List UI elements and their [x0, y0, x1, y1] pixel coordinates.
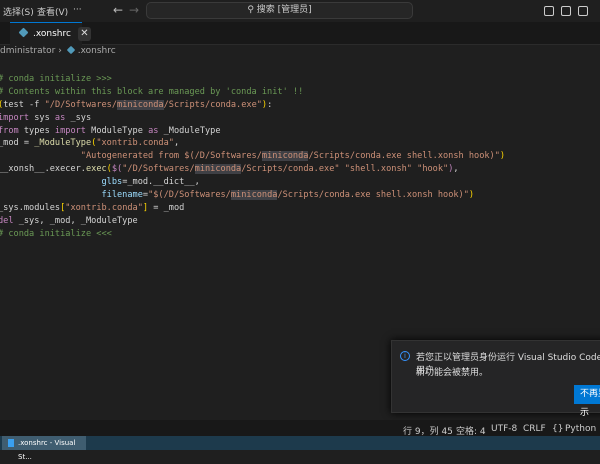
code-token: as: [148, 125, 159, 136]
code-token: _ModuleType: [34, 138, 92, 149]
close-tab-button[interactable]: ✕: [78, 27, 91, 41]
code-token: del: [0, 215, 14, 226]
code-token: # Contents within this block are managed…: [0, 86, 304, 97]
forward-button[interactable]: →: [129, 3, 139, 17]
code-token: ,: [453, 164, 459, 175]
back-button[interactable]: ←: [113, 3, 123, 17]
code-token: miniconda: [117, 99, 164, 110]
code-token: _sys: [65, 112, 92, 123]
code-token: import: [54, 125, 86, 136]
code-token: # conda initialize <<<: [0, 228, 112, 239]
code-token: ModuleType: [85, 125, 149, 136]
code-line: _sys.modules["xontrib.conda"] = _mod: [0, 202, 505, 215]
code-line: __xonsh__.execer.exec($("/D/Softwares/mi…: [0, 163, 505, 176]
code-token: /Scripts/conda.exe": [163, 99, 262, 110]
menu-selection[interactable]: 选择(S): [3, 5, 34, 18]
code-token: /Scripts/conda.exe" "shell.xonsh" "hook": [241, 164, 449, 175]
dont-show-again-button[interactable]: 不再显示: [574, 385, 600, 418]
taskbar-item-vscode[interactable]: .xonshrc - Visual St...: [2, 436, 86, 461]
code-line: # Contents within this block are managed…: [0, 86, 505, 99]
breadcrumb-folder[interactable]: dministrator: [0, 46, 55, 56]
search-label: 搜索 [管理员]: [256, 5, 312, 15]
code-line: import sys as _sys: [0, 112, 505, 125]
code-line: # conda initialize >>>: [0, 73, 505, 86]
code-token: ): [499, 151, 506, 162]
code-token: types: [18, 125, 55, 136]
python-file-icon: [18, 27, 29, 38]
code-editor[interactable]: # conda initialize >>> # Contents within …: [0, 73, 505, 241]
status-language[interactable]: Python: [565, 424, 596, 434]
code-line: filename="$(/D/Softwares/miniconda/Scrip…: [0, 189, 505, 202]
code-token: "xontrib.conda": [96, 138, 174, 149]
code-token: =_mod.__dict__,: [122, 177, 200, 188]
code-token: miniconda: [261, 151, 309, 162]
code-token: exec: [85, 164, 107, 175]
code-token: __xonsh__.execer.: [0, 164, 86, 175]
code-token: import: [0, 112, 30, 123]
code-token: _ModuleType: [158, 125, 221, 136]
code-line: del _sys, _mod, _ModuleType: [0, 215, 505, 228]
code-token: as: [54, 112, 66, 123]
code-token: from: [0, 125, 19, 136]
toggle-panel-icon[interactable]: [561, 6, 571, 16]
code-token: _sys.modules: [0, 202, 61, 213]
title-bar: 选择(S) 查看(V) ··· ← → ⚲ 搜索 [管理员]: [0, 0, 600, 22]
code-token: miniconda: [194, 164, 242, 175]
code-token: "$(/D/Softwares/: [148, 190, 231, 201]
code-token: # conda initialize >>>: [0, 74, 112, 84]
code-line: glbs=_mod.__dict__,: [0, 176, 505, 189]
toggle-sidebar-icon[interactable]: [544, 6, 554, 16]
code-token: /Scripts/conda.exe shell.xonsh hook)": [308, 151, 500, 162]
python-file-icon: [66, 45, 75, 55]
code-token: "Autogenerated from $(/D/Softwares/: [80, 151, 262, 162]
taskbar-item-label: .xonshrc - Visual St...: [18, 439, 76, 461]
breadcrumb-file[interactable]: .xonshrc: [78, 46, 116, 56]
code-line: _mod = _ModuleType("xontrib.conda",: [0, 137, 505, 150]
code-line: (test -f "/D/Softwares/miniconda/Scripts…: [0, 99, 505, 112]
code-token: filename: [101, 190, 143, 201]
code-line: # conda initialize <<<: [0, 228, 505, 241]
tab-label: .xonshrc: [33, 29, 71, 39]
chevron-right-icon: ›: [58, 46, 62, 56]
code-line: from types import ModuleType as _ModuleT…: [0, 125, 505, 138]
code-line: "Autogenerated from $(/D/Softwares/minic…: [0, 150, 505, 163]
menu-view[interactable]: 查看(V): [37, 5, 68, 18]
code-token: _mod =: [0, 138, 35, 149]
code-token: miniconda: [230, 190, 278, 201]
taskbar: .xonshrc - Visual St...: [0, 436, 600, 461]
notification-toast: i 若您正以管理员身份运行 Visual Studio Code 用户 新功能会…: [391, 340, 600, 418]
code-token: glbs: [101, 177, 123, 188]
status-eol[interactable]: CRLF: [523, 424, 546, 434]
code-token: "xontrib.conda": [65, 202, 143, 213]
code-token: :: [267, 99, 273, 110]
breadcrumb: dministrator › .xonshrc: [0, 45, 116, 56]
code-token: test -f: [3, 99, 45, 110]
code-token: sys: [29, 112, 55, 123]
code-token: "/D/Softwares/: [44, 99, 118, 110]
code-token: "/D/Softwares/: [122, 164, 195, 175]
toggle-secondary-sidebar-icon[interactable]: [578, 6, 588, 16]
braces-icon: {}: [552, 424, 564, 434]
code-token: $(: [111, 164, 123, 175]
notification-message-2: 新功能会被禁用。: [416, 368, 489, 378]
code-token: ,: [173, 138, 180, 149]
info-icon: i: [400, 351, 410, 361]
tab-xonshrc[interactable]: .xonshrc ✕: [10, 22, 91, 45]
search-icon: ⚲: [247, 5, 257, 15]
command-center-search[interactable]: ⚲ 搜索 [管理员]: [146, 2, 413, 19]
status-encoding[interactable]: UTF-8: [491, 424, 517, 434]
code-token: = _mod: [148, 202, 185, 213]
menu-more[interactable]: ···: [73, 5, 82, 15]
vscode-icon: [8, 439, 14, 447]
code-token: _sys, _mod, _ModuleType: [13, 215, 138, 226]
code-token: /Scripts/conda.exe shell.xonsh hook)": [277, 190, 469, 201]
editor-tabs: .xonshrc ✕: [0, 22, 600, 45]
code-token: ): [468, 190, 475, 201]
